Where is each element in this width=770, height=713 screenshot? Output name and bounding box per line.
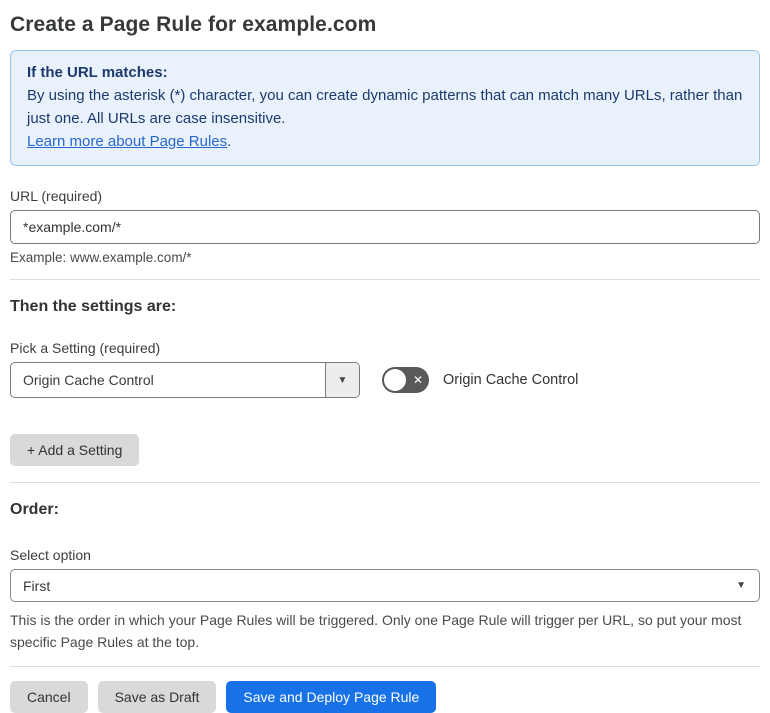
save-and-deploy-button[interactable]: Save and Deploy Page Rule <box>226 681 437 713</box>
url-label: URL (required) <box>10 188 103 204</box>
add-setting-button[interactable]: + Add a Setting <box>10 434 140 466</box>
page-rule-form: Create a Page Rule for example.com If th… <box>0 0 770 713</box>
learn-more-link[interactable]: Learn more about Page Rules <box>27 133 227 150</box>
url-input[interactable] <box>10 210 760 244</box>
toggle-off-x-icon: ✕ <box>412 373 424 387</box>
setting-select-value: Origin Cache Control <box>23 372 154 388</box>
settings-section-heading: Then the settings are: <box>10 298 177 315</box>
setting-select-arrow-button[interactable]: ▼ <box>325 363 359 397</box>
setting-row: Origin Cache Control ▼ ✕ Origin Cache Co… <box>10 362 760 398</box>
divider <box>10 482 760 483</box>
origin-cache-control-toggle[interactable]: ✕ <box>382 367 429 393</box>
chevron-down-icon: ▼ <box>736 580 746 591</box>
toggle-knob <box>384 369 406 391</box>
order-select-value: First <box>23 577 51 594</box>
order-section-heading: Order: <box>10 501 59 518</box>
divider <box>10 279 760 280</box>
page-title: Create a Page Rule for example.com <box>10 13 377 36</box>
order-helper-text: This is the order in which your Page Rul… <box>10 612 742 650</box>
footer-actions: Cancel Save as Draft Save and Deploy Pag… <box>10 681 760 713</box>
toggle-label: Origin Cache Control <box>443 372 579 388</box>
setting-select[interactable]: Origin Cache Control ▼ <box>10 362 360 398</box>
url-helper-text: Example: www.example.com/* <box>10 250 192 265</box>
chevron-down-icon: ▼ <box>337 374 348 386</box>
link-suffix: . <box>227 133 232 150</box>
divider <box>10 666 760 667</box>
order-select-label: Select option <box>10 547 91 563</box>
order-select[interactable]: First ▼ <box>10 569 760 602</box>
info-box-link-line: Learn more about Page Rules. <box>27 130 743 153</box>
info-box-body: By using the asterisk (*) character, you… <box>27 87 743 127</box>
pick-setting-label: Pick a Setting (required) <box>10 340 161 356</box>
url-match-info-box: If the URL matches: By using the asteris… <box>10 50 760 166</box>
info-box-heading: If the URL matches: <box>27 64 168 81</box>
cancel-button[interactable]: Cancel <box>10 681 88 713</box>
save-as-draft-button[interactable]: Save as Draft <box>97 681 217 713</box>
